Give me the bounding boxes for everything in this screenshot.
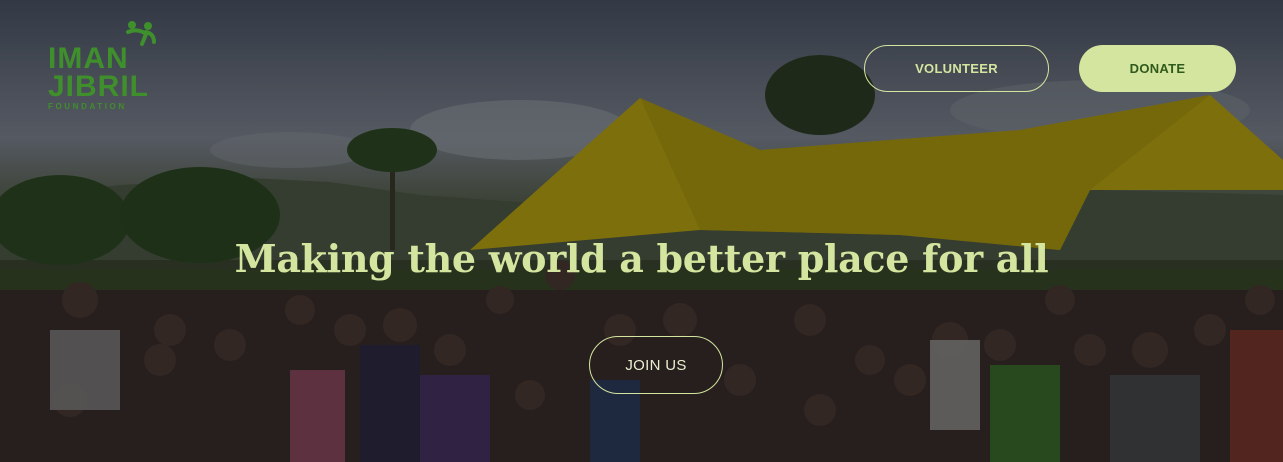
logo-text-line2: JIBRIL (48, 70, 150, 103)
hero-section: IMAN JIBRIL FOUNDATION VOLUNTEER DONATE … (0, 0, 1283, 462)
foundation-logo[interactable]: IMAN JIBRIL FOUNDATION (44, 20, 164, 112)
volunteer-button[interactable]: VOLUNTEER (864, 45, 1049, 92)
donate-button[interactable]: DONATE (1079, 45, 1236, 92)
people-figure-icon (126, 21, 156, 46)
join-us-button[interactable]: JOIN US (589, 336, 723, 394)
logo-subtitle: FOUNDATION (48, 102, 127, 111)
hero-headline: Making the world a better place for all (234, 236, 1049, 281)
